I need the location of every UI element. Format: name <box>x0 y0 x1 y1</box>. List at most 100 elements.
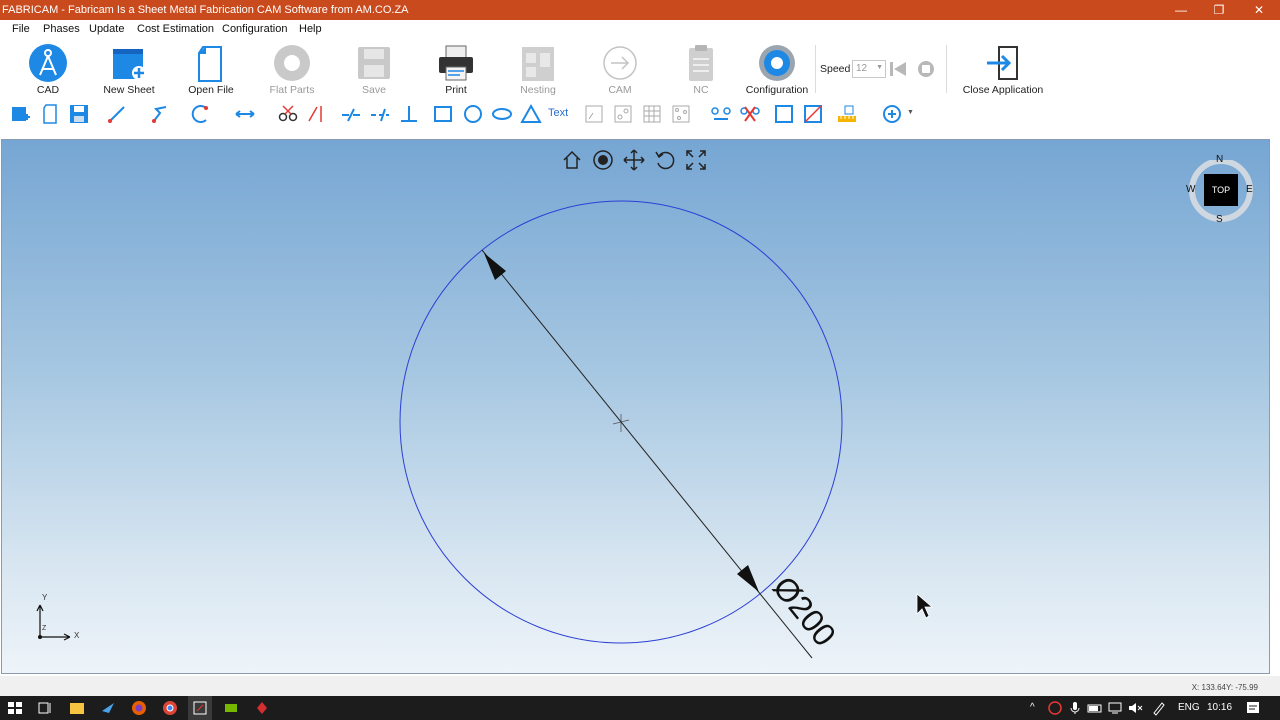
snap-icon <box>883 105 901 123</box>
nvidia-icon[interactable] <box>222 699 240 717</box>
cam-button[interactable]: CAM <box>580 39 660 99</box>
notification-icon[interactable] <box>1244 699 1262 717</box>
arc-tool[interactable] <box>190 103 212 125</box>
drawing-canvas[interactable]: Ø200 TOP N S E W Y X Z <box>1 139 1270 674</box>
save-icon <box>70 105 88 123</box>
view-cube-top[interactable]: TOP <box>1204 174 1238 206</box>
chevron-down-icon[interactable]: ▼ <box>907 109 914 116</box>
printer-icon <box>439 45 473 81</box>
configuration-button[interactable]: Configuration <box>737 39 817 99</box>
diameter-dimension-line[interactable] <box>481 249 813 659</box>
menu-update[interactable]: Update <box>89 23 124 35</box>
rotate-icon[interactable] <box>653 148 677 172</box>
save-tool[interactable] <box>68 103 90 125</box>
close-application-button[interactable]: Close Application <box>962 39 1044 99</box>
compass-north[interactable]: N <box>1216 154 1223 165</box>
fabricam-task-icon[interactable] <box>191 699 209 717</box>
cad-label: CAD <box>36 84 60 96</box>
bounding-box-tool[interactable] <box>773 103 795 125</box>
rectangle-tool[interactable] <box>432 103 454 125</box>
chrome-icon[interactable] <box>161 699 179 717</box>
diagonal-box-tool[interactable] <box>802 103 824 125</box>
windows-start-icon[interactable] <box>6 699 24 717</box>
orbit-icon[interactable] <box>591 148 615 172</box>
extend-tool[interactable] <box>305 103 327 125</box>
battery-icon[interactable] <box>1086 699 1104 717</box>
polyline-tool[interactable] <box>150 103 172 125</box>
hatch-tool[interactable] <box>583 103 605 125</box>
nc-button[interactable]: NC <box>661 39 741 99</box>
scatter-tool[interactable] <box>670 103 692 125</box>
chevron-up-icon[interactable]: ^ <box>1030 702 1035 713</box>
flat-parts-button[interactable]: Flat Parts <box>252 39 332 99</box>
new-file-tool[interactable] <box>39 103 61 125</box>
cad-button[interactable]: CAD <box>8 39 88 99</box>
close-window-button[interactable]: ✕ <box>1240 0 1278 20</box>
measure-tool[interactable] <box>836 103 858 125</box>
firefox-icon[interactable] <box>130 699 148 717</box>
view-cube[interactable]: TOP N S E W <box>1186 154 1254 226</box>
ellipse-tool[interactable] <box>491 103 513 125</box>
restore-button[interactable]: ❐ <box>1200 0 1238 20</box>
pattern-tool[interactable] <box>612 103 634 125</box>
line-tool[interactable] <box>106 103 128 125</box>
minimize-button[interactable]: — <box>1162 0 1200 20</box>
save-button[interactable]: Save <box>334 39 414 99</box>
volume-muted-icon[interactable] <box>1126 699 1144 717</box>
menu-phases[interactable]: Phases <box>43 23 80 35</box>
snap-tool[interactable] <box>881 103 903 125</box>
compass-east[interactable]: E <box>1246 184 1253 195</box>
layers-tool[interactable] <box>9 103 31 125</box>
text-tool[interactable]: Text <box>548 107 568 119</box>
dimension-text[interactable]: Ø200 <box>766 569 843 652</box>
arc-icon <box>191 105 208 123</box>
axis-y-label: Y <box>42 593 48 602</box>
print-button[interactable]: Print <box>416 39 496 99</box>
app-red-icon[interactable] <box>253 699 271 717</box>
speed-input[interactable]: 12 ▼ <box>852 60 886 78</box>
pan-icon[interactable] <box>622 148 646 172</box>
compass-west[interactable]: W <box>1186 184 1195 195</box>
task-view-icon[interactable] <box>36 699 54 717</box>
axis-triad: Y X Z <box>32 593 92 645</box>
compass-south[interactable]: S <box>1216 214 1223 225</box>
grid-array-tool[interactable] <box>641 103 663 125</box>
drawing-svg[interactable]: Ø200 <box>2 140 1270 674</box>
clock[interactable]: 10:16 <box>1207 702 1232 713</box>
trim-tool[interactable] <box>277 103 299 125</box>
triangle-tool[interactable] <box>520 103 542 125</box>
circle-tool[interactable] <box>462 103 484 125</box>
menu-file[interactable]: File <box>12 23 30 35</box>
tray-app-icon[interactable] <box>1046 699 1064 717</box>
nesting-label: Nesting <box>520 84 556 96</box>
app-bird-icon[interactable] <box>99 699 117 717</box>
microphone-icon[interactable] <box>1066 699 1084 717</box>
step-back-icon[interactable] <box>888 60 908 78</box>
ruler-icon <box>838 105 856 122</box>
triangle-icon <box>520 103 542 123</box>
nesting-button[interactable]: Nesting <box>498 39 578 99</box>
split-tool[interactable] <box>369 103 391 125</box>
break-tool[interactable] <box>340 103 362 125</box>
menu-help[interactable]: Help <box>299 23 322 35</box>
file-explorer-icon[interactable] <box>68 699 86 717</box>
zoom-extents-icon[interactable] <box>684 148 708 172</box>
perpendicular-tool[interactable] <box>398 103 420 125</box>
pen-icon[interactable] <box>1150 699 1168 717</box>
speed-label: Speed <box>820 63 851 75</box>
menu-configuration[interactable]: Configuration <box>222 23 287 35</box>
cursor-coordinates: X: 133.64Y: -75.99 <box>1191 683 1258 692</box>
menu-cost-estimation[interactable]: Cost Estimation <box>137 23 214 35</box>
stop-icon[interactable] <box>916 60 936 78</box>
title-bar: FABRICAM - Fabricam Is a Sheet Metal Fab… <box>0 0 1280 20</box>
open-file-button[interactable]: Open File <box>171 39 251 99</box>
file-icon <box>43 104 57 124</box>
home-icon[interactable] <box>560 148 584 172</box>
language-indicator[interactable]: ENG <box>1178 702 1200 713</box>
join-icon <box>711 107 731 120</box>
network-icon[interactable] <box>1106 699 1124 717</box>
join-tool[interactable] <box>710 103 732 125</box>
delete-join-tool[interactable] <box>739 103 761 125</box>
dimension-tool[interactable] <box>234 103 256 125</box>
new-sheet-button[interactable]: New Sheet <box>89 39 169 99</box>
